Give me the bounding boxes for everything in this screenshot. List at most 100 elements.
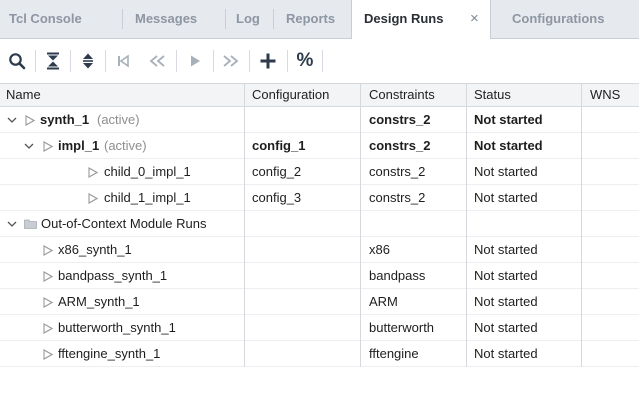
column-header-wns[interactable]: WNS <box>590 84 620 106</box>
tab-label: Design Runs <box>364 11 444 26</box>
tab-label: Log <box>236 11 260 26</box>
table-row[interactable]: fftengine_synth_1 fftengine Not started <box>0 341 639 367</box>
toolbar-divider <box>176 50 177 72</box>
run-name: ARM_synth_1 <box>58 294 140 309</box>
first-icon <box>118 54 129 68</box>
run-icon <box>43 141 53 152</box>
run-name: synth_1 <box>40 112 90 127</box>
constraints-cell: constrs_2 <box>369 138 431 153</box>
status-cell: Not started <box>474 242 538 257</box>
run-name: child_1_impl_1 <box>104 190 191 205</box>
table-header: Name Configuration Constraints Status WN… <box>0 83 639 107</box>
constraints-cell: ARM <box>369 294 398 309</box>
constraints-cell: constrs_2 <box>369 190 426 205</box>
table-row[interactable]: child_1_impl_1 config_3 constrs_2 Not st… <box>0 185 639 211</box>
status-cell: Not started <box>474 190 538 205</box>
active-tag: (active) <box>97 112 140 127</box>
search-button[interactable] <box>2 39 32 83</box>
constraints-cell: constrs_2 <box>369 164 426 179</box>
toolbar-divider <box>322 50 323 72</box>
tab-label: Tcl Console <box>9 11 82 26</box>
table-row[interactable]: bandpass_synth_1 bandpass Not started <box>0 263 639 289</box>
constraints-cell: x86 <box>369 242 390 257</box>
active-tag: (active) <box>104 138 147 153</box>
tab-log[interactable]: Log <box>236 0 260 38</box>
tab-messages[interactable]: Messages <box>135 0 197 38</box>
table-row[interactable]: Out-of-Context Module Runs <box>0 211 639 237</box>
previous-icon <box>149 55 165 67</box>
run-name: bandpass_synth_1 <box>58 268 168 283</box>
configuration-cell: config_1 <box>252 138 306 153</box>
table-row[interactable]: ARM_synth_1 ARM Not started <box>0 289 639 315</box>
toolbar-divider <box>35 50 36 72</box>
first-button[interactable] <box>108 39 138 83</box>
run-button[interactable] <box>180 39 210 83</box>
run-icon <box>25 115 35 126</box>
run-name: fftengine_synth_1 <box>58 346 161 361</box>
run-icon <box>88 193 98 204</box>
run-icon <box>88 167 98 178</box>
run-name: butterworth_synth_1 <box>58 320 176 335</box>
search-icon <box>9 53 26 70</box>
chevron-down-icon[interactable] <box>7 211 17 236</box>
constraints-cell: butterworth <box>369 320 435 335</box>
tab-design-runs[interactable]: Design Runs × <box>351 0 491 39</box>
status-cell: Not started <box>474 268 538 283</box>
run-name: child_0_impl_1 <box>104 164 191 179</box>
status-cell: Not started <box>474 320 538 335</box>
run-name: x86_synth_1 <box>58 242 132 257</box>
column-header-constraints[interactable]: Constraints <box>369 84 435 106</box>
tab-bar: Tcl Console Messages Log Reports Design … <box>0 0 639 39</box>
constraints-cell: fftengine <box>369 346 419 361</box>
tab-label: Reports <box>286 11 336 26</box>
table-row[interactable]: synth_1 (active) constrs_2 Not started <box>0 107 639 133</box>
column-header-status[interactable]: Status <box>474 84 511 106</box>
column-header-configuration[interactable]: Configuration <box>252 84 329 106</box>
column-divider[interactable] <box>466 83 467 367</box>
tab-label: Configurations <box>512 11 605 26</box>
configuration-cell: config_3 <box>252 190 302 205</box>
collapse-all-button[interactable] <box>38 39 68 83</box>
tab-reports[interactable]: Reports <box>286 0 335 38</box>
configuration-cell: config_2 <box>252 164 302 179</box>
toolbar-divider <box>249 50 250 72</box>
run-icon <box>43 323 53 334</box>
status-cell: Not started <box>474 164 538 179</box>
table-row[interactable]: child_0_impl_1 config_2 constrs_2 Not st… <box>0 159 639 185</box>
folder-icon <box>24 219 37 229</box>
chevron-down-icon[interactable] <box>24 133 34 158</box>
tab-tcl-console[interactable]: Tcl Console <box>9 0 82 38</box>
run-icon <box>43 245 53 256</box>
toolbar-divider <box>105 50 106 72</box>
table-row[interactable]: butterworth_synth_1 butterworth Not star… <box>0 315 639 341</box>
status-cell: Not started <box>474 112 543 127</box>
percent-button[interactable]: % <box>290 39 320 83</box>
run-icon <box>43 349 53 360</box>
expand-all-button[interactable] <box>73 39 103 83</box>
constraints-cell: bandpass <box>369 268 426 283</box>
add-run-button[interactable] <box>253 39 283 83</box>
design-runs-table: Name Configuration Constraints Status WN… <box>0 83 639 411</box>
previous-button[interactable] <box>142 39 172 83</box>
column-divider[interactable] <box>360 83 361 367</box>
collapse-all-icon <box>47 52 59 70</box>
table-row[interactable]: impl_1 (active) config_1 constrs_2 Not s… <box>0 133 639 159</box>
run-icon <box>43 297 53 308</box>
close-icon[interactable]: × <box>470 0 479 38</box>
tab-divider <box>273 9 274 29</box>
table-row[interactable]: x86_synth_1 x86 Not started <box>0 237 639 263</box>
constraints-cell: constrs_2 <box>369 112 431 127</box>
toolbar: % <box>0 39 639 83</box>
tab-divider <box>225 9 226 29</box>
status-cell: Not started <box>474 294 538 309</box>
tab-configurations[interactable]: Configurations <box>512 0 604 38</box>
group-name: Out-of-Context Module Runs <box>41 216 207 231</box>
column-header-name[interactable]: Name <box>6 84 41 106</box>
next-button[interactable] <box>216 39 246 83</box>
column-divider[interactable] <box>244 83 245 367</box>
play-icon <box>191 55 200 67</box>
toolbar-divider <box>287 50 288 72</box>
column-divider[interactable] <box>581 83 582 367</box>
chevron-down-icon[interactable] <box>7 107 17 132</box>
tab-label: Messages <box>135 11 198 26</box>
